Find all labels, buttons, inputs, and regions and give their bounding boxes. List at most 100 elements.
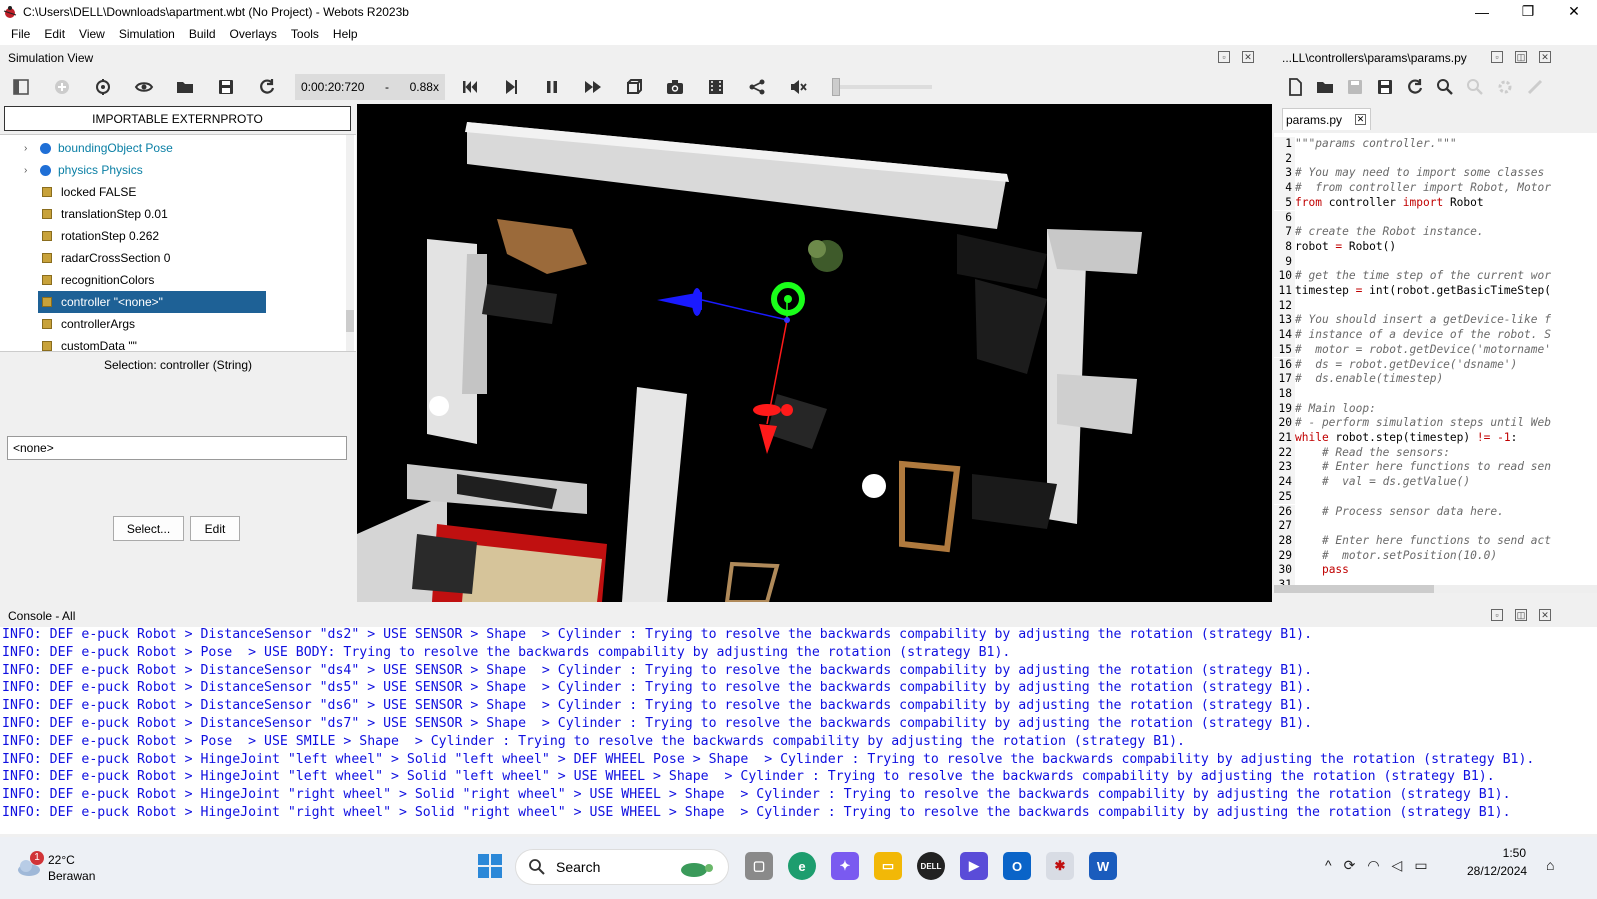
start-button[interactable] [477, 853, 503, 879]
tree-node-bounding-object[interactable]: › boundingObject Pose [0, 137, 173, 159]
menu-help[interactable]: Help [326, 27, 365, 41]
3d-viewport[interactable] [357, 104, 1272, 602]
reset-simulation-button[interactable] [457, 74, 483, 100]
code-line[interactable]: 10 # get the time step of the current wor [1274, 269, 1551, 284]
open-file-button[interactable] [1312, 74, 1338, 100]
code-line[interactable]: 18 [1274, 386, 1295, 402]
code-line[interactable]: 6 [1274, 210, 1295, 226]
editor-horizontal-scrollbar[interactable] [1274, 585, 1597, 593]
word-icon[interactable]: W [1089, 852, 1117, 880]
sync-icon[interactable]: ⟳ [1344, 857, 1356, 874]
menu-view[interactable]: View [72, 27, 112, 41]
clock-date[interactable]: 28/12/2024 [1467, 864, 1527, 878]
chevron-up-icon[interactable]: ^ [1325, 857, 1332, 874]
menu-build[interactable]: Build [182, 27, 223, 41]
float-panel-icon[interactable]: ▫ [1218, 51, 1230, 63]
save-file-button[interactable] [1342, 74, 1368, 100]
menu-simulation[interactable]: Simulation [112, 27, 182, 41]
tree-field-controller[interactable]: controller "<none>" [38, 291, 266, 313]
tree-field-translation-step[interactable]: translationStep 0.01 [0, 203, 168, 225]
code-line[interactable]: 2 [1274, 151, 1295, 167]
code-line[interactable]: 16 # ds = robot.getDevice('dsname') [1274, 357, 1517, 373]
code-line[interactable]: 26 # Process sensor data here. [1274, 504, 1504, 520]
code-line[interactable]: 27 [1274, 519, 1295, 534]
dell-icon[interactable]: DELL [917, 852, 945, 880]
add-node-button[interactable] [49, 74, 75, 100]
float-panel-icon[interactable]: ▫ [1491, 51, 1503, 63]
code-line[interactable]: 8 robot = Robot() [1274, 239, 1396, 255]
replace-button[interactable] [1462, 74, 1488, 100]
maximize-panel-icon[interactable]: ◫ [1515, 609, 1527, 621]
pause-button[interactable] [539, 74, 565, 100]
build-button[interactable] [1492, 74, 1518, 100]
code-line[interactable]: 20 # - perform simulation steps until Web [1274, 416, 1551, 431]
close-panel-icon[interactable]: ✕ [1539, 609, 1551, 621]
task-view-icon[interactable]: ▢ [745, 852, 773, 880]
fast-forward-button[interactable] [580, 74, 606, 100]
mute-button[interactable] [785, 74, 811, 100]
menu-overlays[interactable]: Overlays [223, 27, 284, 41]
webots-taskbar-icon[interactable]: ✱ [1046, 852, 1074, 880]
save-as-button[interactable] [1372, 74, 1398, 100]
tree-field-controller-args[interactable]: controllerArgs [0, 313, 135, 335]
weather-widget[interactable]: 1 22°C Berawan [14, 845, 104, 891]
code-line[interactable]: 17 # ds.enable(timestep) [1274, 372, 1443, 387]
notification-icon[interactable]: ⌂ [1546, 857, 1554, 873]
rendering-button[interactable] [621, 74, 647, 100]
expand-arrow-icon[interactable]: › [24, 165, 36, 176]
apartment-3d-scene[interactable] [357, 104, 1272, 602]
code-line[interactable]: 11 timestep = int(robot.getBasicTimeStep( [1274, 284, 1551, 299]
volume-slider[interactable] [832, 78, 932, 96]
close-panel-icon[interactable]: ✕ [1242, 51, 1254, 63]
tree-node-physics[interactable]: › physics Physics [0, 159, 143, 181]
copilot-app-icon[interactable]: ▶ [960, 852, 988, 880]
code-line[interactable]: 1 """params controller.""" [1274, 137, 1457, 152]
maximize-button[interactable]: ❐ [1505, 0, 1551, 23]
volume-icon[interactable]: ◁ [1392, 857, 1403, 874]
reload-world-button[interactable] [254, 74, 280, 100]
code-line[interactable]: 4 # from controller import Robot, Motor [1274, 181, 1551, 196]
code-line[interactable]: 28 # Enter here functions to send act [1274, 533, 1551, 549]
close-panel-icon[interactable]: ✕ [1539, 51, 1551, 63]
outlook-icon[interactable]: O [1003, 852, 1031, 880]
float-panel-icon[interactable]: ▫ [1491, 609, 1503, 621]
code-line[interactable]: 29 # motor.setPosition(10.0) [1274, 548, 1497, 564]
battery-icon[interactable]: ▭ [1414, 857, 1427, 874]
revert-file-button[interactable] [1402, 74, 1428, 100]
code-line[interactable]: 25 [1274, 489, 1295, 505]
code-line[interactable]: 12 [1274, 298, 1295, 314]
share-button[interactable] [744, 74, 770, 100]
code-line[interactable]: 13 # You should insert a getDevice-like f [1274, 313, 1551, 329]
menu-file[interactable]: File [4, 27, 37, 41]
maximize-panel-icon[interactable]: ◫ [1515, 51, 1527, 63]
code-line[interactable]: 3 # You may need to import some classes [1274, 166, 1544, 182]
scene-tree-scrollbar[interactable] [346, 135, 354, 351]
code-line[interactable]: 14 # instance of a device of the robot. S [1274, 328, 1551, 343]
code-line[interactable]: 15 # motor = robot.getDevice('motorname' [1274, 342, 1551, 358]
record-movie-button[interactable] [703, 74, 729, 100]
file-explorer-icon[interactable]: ▭ [874, 852, 902, 880]
code-area[interactable]: 1 """params controller.""" 2 3 # You may nee… [1274, 133, 1597, 593]
select-button[interactable]: Select... [113, 516, 184, 541]
edit-button[interactable]: Edit [190, 516, 240, 541]
tab-params-py[interactable]: params.py ✕ [1282, 108, 1371, 130]
copilot-icon[interactable]: ✦ [831, 852, 859, 880]
code-line[interactable]: 30 pass [1274, 563, 1349, 578]
scrollbar-thumb[interactable] [1274, 585, 1434, 593]
taskbar-search-box[interactable]: Search [515, 849, 729, 885]
volume-slider-knob[interactable] [832, 78, 840, 96]
tree-field-custom-data[interactable]: customData "" [0, 335, 137, 351]
open-world-button[interactable] [172, 74, 198, 100]
new-file-button[interactable] [1282, 74, 1308, 100]
clean-button[interactable] [1522, 74, 1548, 100]
toggle-scene-tree-button[interactable] [8, 74, 34, 100]
clock-time[interactable]: 1:50 [1500, 846, 1526, 860]
code-line[interactable]: 7 # create the Robot instance. [1274, 225, 1484, 240]
code-line[interactable]: 23 # Enter here functions to read sen [1274, 460, 1551, 476]
scrollbar-thumb[interactable] [346, 310, 354, 332]
find-button[interactable] [1432, 74, 1458, 100]
tree-field-rotation-step[interactable]: rotationStep 0.262 [0, 225, 159, 247]
save-world-button[interactable] [213, 74, 239, 100]
reset-view-button[interactable] [90, 74, 116, 100]
code-line[interactable]: 21 while robot.step(timestep) != -1: [1274, 431, 1517, 446]
